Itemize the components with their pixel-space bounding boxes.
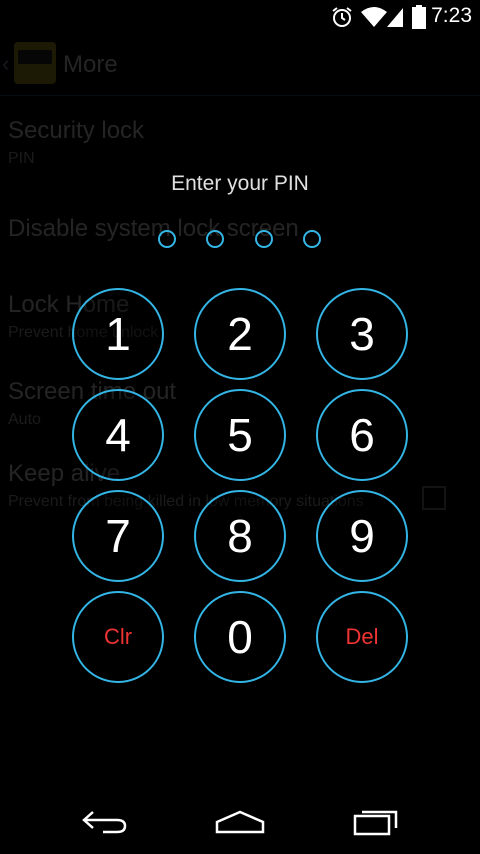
home-icon — [214, 809, 266, 840]
key-9[interactable]: 9 — [316, 490, 408, 582]
key-0[interactable]: 0 — [194, 591, 286, 683]
wifi-icon — [360, 6, 388, 33]
recent-apps-button[interactable] — [336, 801, 416, 847]
delete-button[interactable]: Del — [316, 591, 408, 683]
home-button[interactable] — [200, 801, 280, 847]
navigation-bar — [0, 793, 480, 854]
pin-dot — [255, 230, 273, 248]
key-7[interactable]: 7 — [72, 490, 164, 582]
status-time: 7:23 — [431, 4, 472, 27]
key-3[interactable]: 3 — [316, 288, 408, 380]
cell-signal-icon — [386, 6, 404, 33]
pin-dot — [303, 230, 321, 248]
pin-dot — [158, 230, 176, 248]
pin-prompt: Enter your PIN — [171, 172, 309, 195]
key-1[interactable]: 1 — [72, 288, 164, 380]
alarm-icon — [331, 6, 353, 33]
pin-dot — [206, 230, 224, 248]
back-icon — [81, 809, 129, 840]
clear-button[interactable]: Clr — [72, 591, 164, 683]
key-8[interactable]: 8 — [194, 490, 286, 582]
key-2[interactable]: 2 — [194, 288, 286, 380]
key-5[interactable]: 5 — [194, 389, 286, 481]
battery-icon — [412, 5, 426, 34]
recent-apps-icon — [352, 808, 400, 841]
key-4[interactable]: 4 — [72, 389, 164, 481]
key-6[interactable]: 6 — [316, 389, 408, 481]
back-button[interactable] — [65, 801, 145, 847]
status-bar: 7:23 — [0, 0, 480, 33]
